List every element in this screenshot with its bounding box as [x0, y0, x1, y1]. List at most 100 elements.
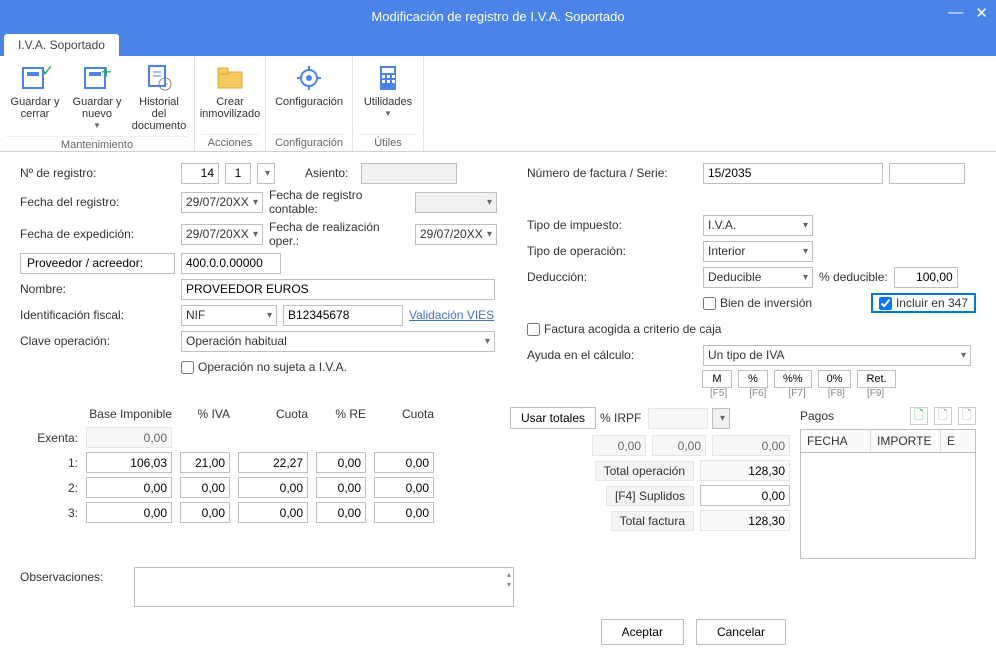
shortcut-0pct[interactable]: 0% [818, 370, 852, 388]
asiento-input[interactable] [361, 163, 457, 184]
fecha-exp-label: Fecha de expedición: [20, 227, 175, 241]
ribbon-historial[interactable]: Historial del documento [130, 60, 188, 134]
history-icon [143, 62, 175, 94]
ribbon: ✓ Guardar y cerrar + Guardar y nuevo ▼ H… [0, 56, 996, 152]
r3-cuota2[interactable] [374, 502, 434, 523]
pagos-col-fecha: FECHA [801, 430, 871, 452]
close-button[interactable]: ✕ [975, 4, 988, 22]
grid-row-2: 2: [20, 477, 500, 498]
r1-re[interactable] [316, 452, 366, 473]
r3-cuota[interactable] [238, 502, 308, 523]
col-cuota: Cuota [238, 407, 308, 421]
suplidos-label[interactable]: [F4] Suplidos [606, 486, 694, 506]
r2-cuota2[interactable] [374, 477, 434, 498]
nregistro-dd[interactable] [257, 163, 275, 184]
irpf-a [592, 435, 646, 456]
r2-iva[interactable] [180, 477, 230, 498]
nregistro-input[interactable] [181, 163, 219, 184]
r3-base[interactable] [86, 502, 172, 523]
bien-inversion-check[interactable]: Bien de inversión [703, 296, 812, 310]
factura-input[interactable] [703, 163, 883, 184]
suplidos-value[interactable] [700, 485, 790, 506]
r2-cuota[interactable] [238, 477, 308, 498]
deduccion-select[interactable]: Deducible [703, 267, 813, 288]
tipo-op-select[interactable]: Interior [703, 241, 813, 262]
op-no-sujeta-check[interactable]: Operación no sujeta a I.V.A. [181, 360, 347, 374]
shortcut-pctpct[interactable]: %% [774, 370, 812, 388]
tipo-impuesto-select[interactable]: I.V.A. [703, 215, 813, 236]
fecha-registro-input[interactable]: 29/07/20XX [181, 192, 263, 213]
nregistro-label: Nº de registro: [20, 166, 175, 180]
save-new-icon: + [81, 62, 113, 94]
total-op-label: Total operación [595, 461, 694, 481]
shortcut-pct[interactable]: % [738, 370, 768, 388]
ribbon-utilidades[interactable]: Utilidades ▼ [359, 60, 417, 121]
fecha-real-label: Fecha de realización oper.: [269, 220, 409, 248]
ribbon-group-label: Mantenimiento [6, 136, 188, 151]
nregistro-sub-input[interactable] [225, 163, 251, 184]
irpf-b [652, 435, 706, 456]
pagos-col-e: E [941, 430, 975, 452]
ribbon-label: Crear inmovilizado [200, 96, 261, 120]
nombre-label: Nombre: [20, 282, 175, 296]
ribbon-group-label: Configuración [272, 134, 346, 149]
shortcut-m[interactable]: M [702, 370, 732, 388]
obs-scroll-down-icon[interactable]: ▾ [507, 580, 511, 590]
usar-totales-button[interactable]: Usar totales [510, 407, 596, 429]
ribbon-label: Guardar y cerrar [8, 96, 62, 120]
pct-deducible-input[interactable] [894, 267, 958, 288]
ribbon-label: Configuración [275, 96, 343, 108]
minimize-button[interactable]: — [948, 4, 963, 22]
ribbon-configuracion[interactable]: Configuración [272, 60, 346, 110]
proveedor-button[interactable]: Proveedor / acreedor: [20, 253, 175, 274]
cancel-button[interactable]: Cancelar [696, 619, 786, 645]
incluir-347-check[interactable]: Incluir en 347 [871, 293, 976, 313]
accept-button[interactable]: Aceptar [601, 619, 684, 645]
pagos-label: Pagos [800, 409, 904, 423]
r2-base[interactable] [86, 477, 172, 498]
idfiscal-tipo-select[interactable]: NIF [181, 305, 277, 326]
calculator-icon [372, 62, 404, 94]
pagos-add-icon[interactable]: 🗋 [910, 407, 928, 425]
r1-iva[interactable] [180, 452, 230, 473]
clave-select[interactable]: Operación habitual [181, 331, 495, 352]
pagos-col-importe: IMPORTE [871, 430, 941, 452]
pct-deducible-label: % deducible: [819, 270, 888, 284]
tipo-impuesto-label: Tipo de impuesto: [527, 218, 697, 232]
ribbon-crear-inmovilizado[interactable]: Crear inmovilizado [201, 60, 259, 122]
r2-re[interactable] [316, 477, 366, 498]
r1-cuota[interactable] [238, 452, 308, 473]
proveedor-input[interactable] [181, 253, 281, 274]
grid-row-exenta: Exenta: [20, 427, 500, 448]
r3-iva[interactable] [180, 502, 230, 523]
irpf-label: % IRPF [600, 411, 644, 425]
fecha-contable-label: Fecha de registro contable: [269, 188, 409, 216]
irpf-dd[interactable] [712, 408, 730, 429]
fecha-contable-input[interactable] [415, 192, 497, 213]
chevron-down-icon: ▼ [93, 122, 101, 131]
ayuda-select[interactable]: Un tipo de IVA [703, 345, 971, 366]
r1-base[interactable] [86, 452, 172, 473]
pagos-del-icon[interactable]: 🗋 [958, 407, 976, 425]
ribbon-guardar-cerrar[interactable]: ✓ Guardar y cerrar [6, 60, 64, 122]
factura-serie-input[interactable] [889, 163, 965, 184]
r1-cuota2[interactable] [374, 452, 434, 473]
criterio-caja-check[interactable]: Factura acogida a criterio de caja [527, 322, 721, 336]
pagos-table[interactable]: FECHA IMPORTE E [800, 429, 976, 559]
pagos-edit-icon[interactable]: 🗋 [934, 407, 952, 425]
shortcut-keys-row: [F5] [F6] [F7] [F8] [F9] [702, 388, 976, 399]
observaciones-input[interactable]: ▴▾ [134, 567, 514, 607]
idfiscal-input[interactable] [283, 305, 403, 326]
ribbon-guardar-nuevo[interactable]: + Guardar y nuevo ▼ [68, 60, 126, 133]
obs-scroll-up-icon[interactable]: ▴ [507, 570, 511, 580]
fecha-real-input[interactable]: 29/07/20XX [415, 224, 497, 245]
validacion-vies-link[interactable]: Validación VIES [409, 308, 494, 322]
tab-strip: I.V.A. Soportado [0, 32, 996, 56]
clave-label: Clave operación: [20, 334, 175, 348]
save-close-icon: ✓ [19, 62, 51, 94]
nombre-input[interactable] [181, 279, 495, 300]
tab-iva-soportado[interactable]: I.V.A. Soportado [4, 34, 119, 56]
r3-re[interactable] [316, 502, 366, 523]
fecha-exp-input[interactable]: 29/07/20XX [181, 224, 263, 245]
shortcut-ret[interactable]: Ret. [857, 370, 895, 388]
